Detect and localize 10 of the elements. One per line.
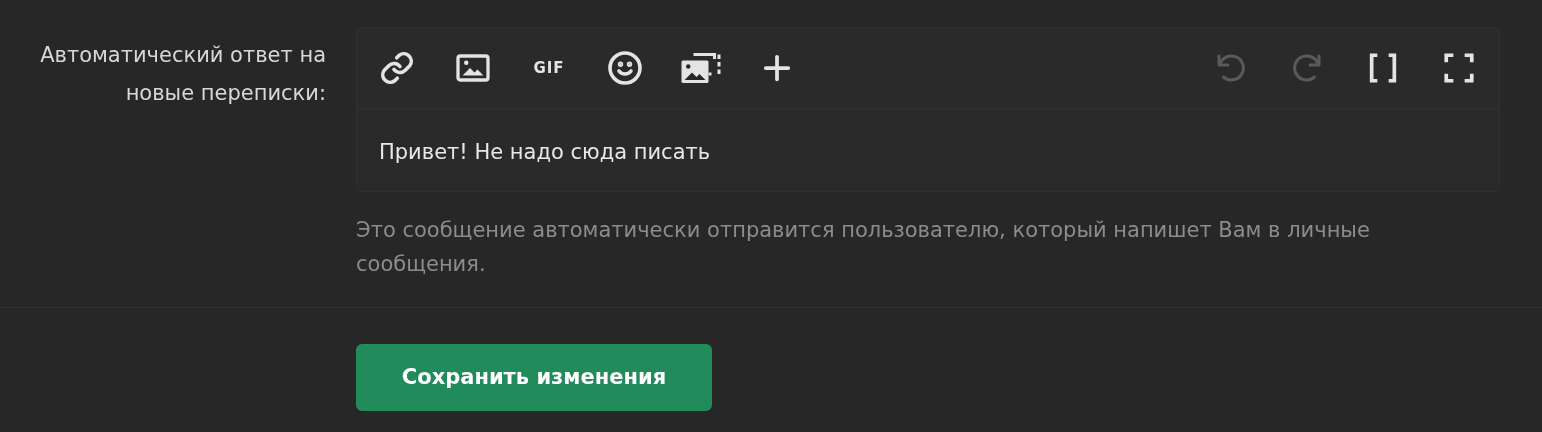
link-icon: [379, 50, 415, 86]
gif-button[interactable]: GIF: [511, 28, 587, 108]
save-button[interactable]: Сохранить изменения: [356, 344, 712, 411]
smiley-icon: [607, 50, 643, 86]
message-input[interactable]: Привет! Не надо сюда писать: [357, 109, 1499, 169]
fullscreen-icon: [1442, 51, 1476, 85]
gallery-icon: [679, 50, 723, 86]
field-hint: Это сообщение автоматически отправится пользователю, который напишет Вам в личные сообщения.: [356, 217, 1371, 278]
plus-icon: [762, 53, 792, 83]
field-label: Автоматический ответ на новые переписки:: [39, 42, 326, 107]
